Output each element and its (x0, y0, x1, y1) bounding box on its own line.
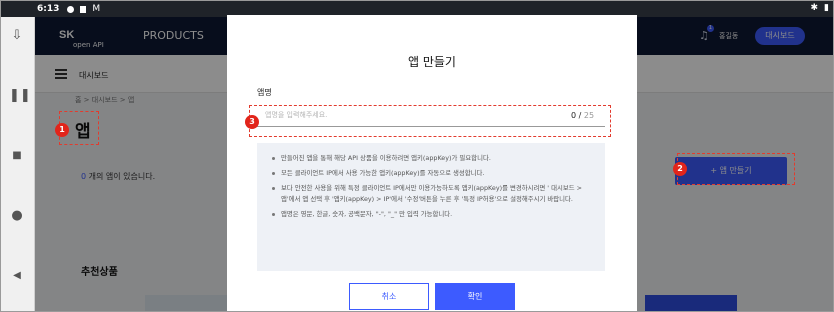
status-time: 6:13 (37, 4, 60, 14)
device-frame: 6:13 M ✱ ▮ ⇩ ❚❚ ■ ● ◀ SK open API PRODUC… (0, 0, 834, 312)
annotation-box-2 (677, 153, 795, 185)
bluetooth-icon: ✱ (810, 3, 819, 13)
annotation-badge-3: 3 (245, 115, 259, 129)
info-item: 모든 클라이언트 IP에서 사용 가능한 앱키(appKey)를 자동으로 생성… (271, 168, 593, 179)
status-icons: M (67, 4, 100, 14)
home-circle-icon[interactable]: ● (9, 209, 25, 223)
cancel-button[interactable]: 취소 (349, 283, 429, 310)
status-circle-icon (67, 5, 75, 13)
battery-icon: ▮ (824, 3, 829, 13)
annotation-badge-1: 1 (55, 123, 69, 137)
status-square-icon (80, 5, 87, 13)
app-name-label: 앱명 (257, 88, 272, 97)
download-icon[interactable]: ⇩ (9, 29, 25, 43)
modal-title: 앱 만들기 (408, 55, 456, 69)
status-right-icons: ✱ ▮ (811, 3, 830, 13)
annotation-box-3 (249, 105, 611, 137)
annotation-badge-2: 2 (673, 162, 687, 176)
device-nav-bar: ⇩ ❚❚ ■ ● ◀ (1, 17, 35, 311)
create-app-modal: 앱 만들기 앱명 0 / 25 3 만들어진 앱을 통해 해당 API 상품을 … (227, 15, 637, 311)
pause-icon[interactable]: ❚❚ (9, 89, 31, 103)
website: SK open API PRODUCTS ♫ 1 홍길동 대시보드 대시보드 홈… (35, 15, 833, 311)
info-item: 만들어진 앱을 통해 해당 API 상품을 이용하려면 앱키(appKey)가 … (271, 153, 593, 164)
back-triangle-icon[interactable]: ◀ (9, 269, 25, 283)
status-m-icon: M (92, 4, 101, 14)
info-item: 앱명은 영문, 한글, 숫자, 공백문자, "-", "_" 만 입력 가능합니… (271, 209, 593, 220)
info-item: 보다 안전한 사용을 위해 특정 클라이언트 IP에서만 이용가능하도록 앱키(… (271, 183, 593, 205)
info-box: 만들어진 앱을 통해 해당 API 상품을 이용하려면 앱키(appKey)가 … (257, 143, 605, 271)
recents-square-icon[interactable]: ■ (9, 149, 25, 163)
confirm-button[interactable]: 확인 (435, 283, 515, 310)
